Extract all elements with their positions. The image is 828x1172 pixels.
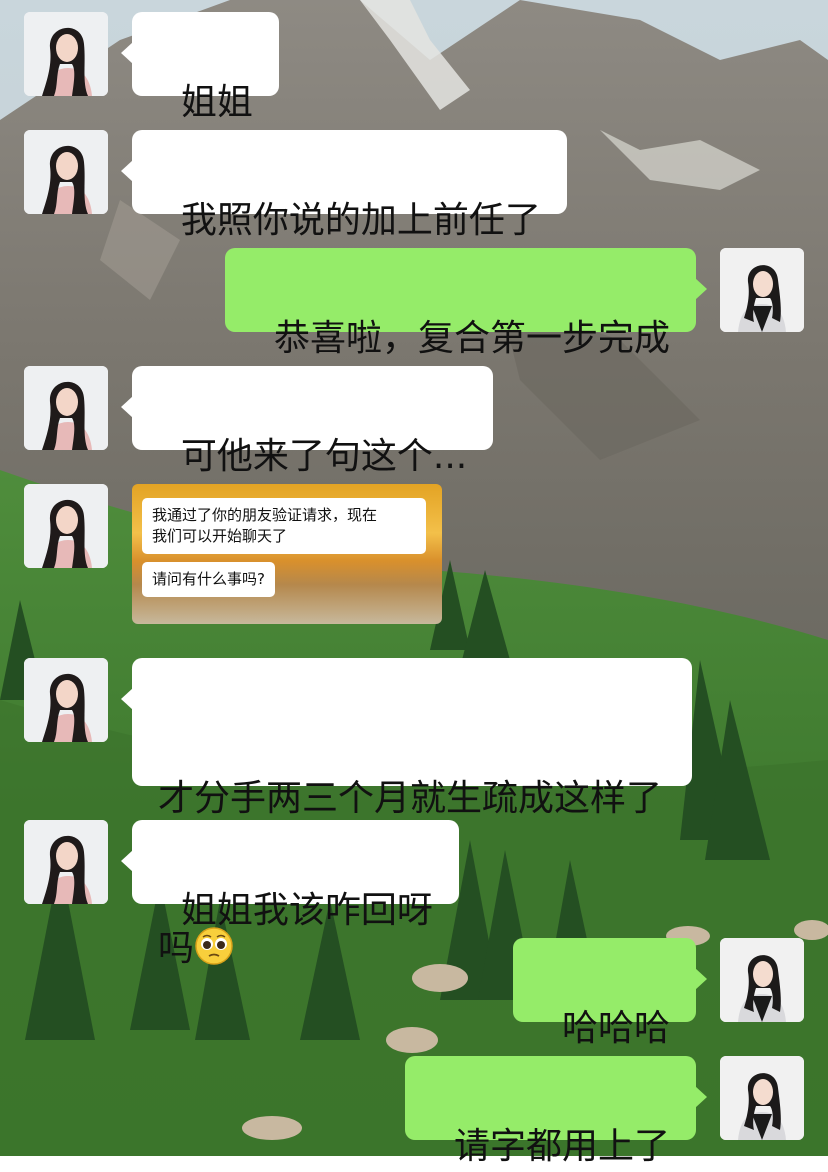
woman-portrait-icon [720, 1056, 804, 1140]
woman-portrait-icon [24, 366, 108, 450]
message-text: 恭喜啦，复合第一步完成 [273, 318, 670, 359]
screenshot-bubble: 请问有什么事吗? [142, 562, 275, 597]
contact-avatar[interactable] [24, 12, 108, 96]
message-text: 才分手两三个月就生疏成这样了 [158, 778, 663, 819]
woman-portrait-icon [24, 12, 108, 96]
woman-portrait-icon [720, 938, 804, 1022]
contact-avatar[interactable] [24, 130, 108, 214]
contact-avatar[interactable] [24, 366, 108, 450]
self-avatar[interactable] [720, 248, 804, 332]
screenshot-image-message[interactable]: 我通过了你的朋友验证请求，现在 我们可以开始聊天了 请问有什么事吗? [132, 484, 442, 624]
message-bubble[interactable]: 我照你说的加上前任了 [121, 130, 567, 241]
woman-portrait-icon [720, 248, 804, 332]
message-text: 请字都用上了 [453, 1126, 670, 1167]
self-avatar[interactable] [720, 1056, 804, 1140]
message-text: 哈哈哈 [561, 1008, 670, 1049]
woman-portrait-icon [24, 658, 108, 742]
screenshot-bubble: 我通过了你的朋友验证请求，现在 我们可以开始聊天了 [142, 498, 426, 554]
screenshot-line: 请问有什么事吗? [152, 570, 265, 588]
contact-avatar[interactable] [24, 484, 108, 568]
message-bubble[interactable]: 可他来了句这个... [120, 366, 494, 477]
message-bubble-outgoing[interactable]: 恭喜啦，复合第一步完成 [225, 248, 707, 359]
woman-portrait-icon [24, 820, 108, 904]
self-avatar[interactable] [720, 938, 804, 1022]
message-bubble-outgoing[interactable]: 请字都用上了 [405, 1056, 707, 1167]
message-bubble[interactable]: 才分手两三个月就生疏成这样了 吗 [121, 658, 692, 969]
message-text: 姐姐 [180, 82, 253, 123]
screenshot-line: 我通过了你的朋友验证请求，现在 [152, 506, 378, 524]
message-bubble[interactable]: 姐姐 [121, 12, 279, 123]
message-text: 可他来了句这个... [180, 436, 468, 477]
contact-avatar[interactable] [24, 820, 108, 904]
screenshot-line: 我们可以开始聊天了 [152, 527, 288, 545]
woman-portrait-icon [24, 130, 108, 214]
message-bubble[interactable]: 姐姐我该咋回呀 [121, 820, 459, 931]
message-text: 姐姐我该咋回呀 [180, 890, 433, 931]
woman-portrait-icon [24, 484, 108, 568]
message-bubble-outgoing[interactable]: 哈哈哈 [513, 938, 707, 1049]
message-text: 我照你说的加上前任了 [180, 200, 541, 241]
contact-avatar[interactable] [24, 658, 108, 742]
